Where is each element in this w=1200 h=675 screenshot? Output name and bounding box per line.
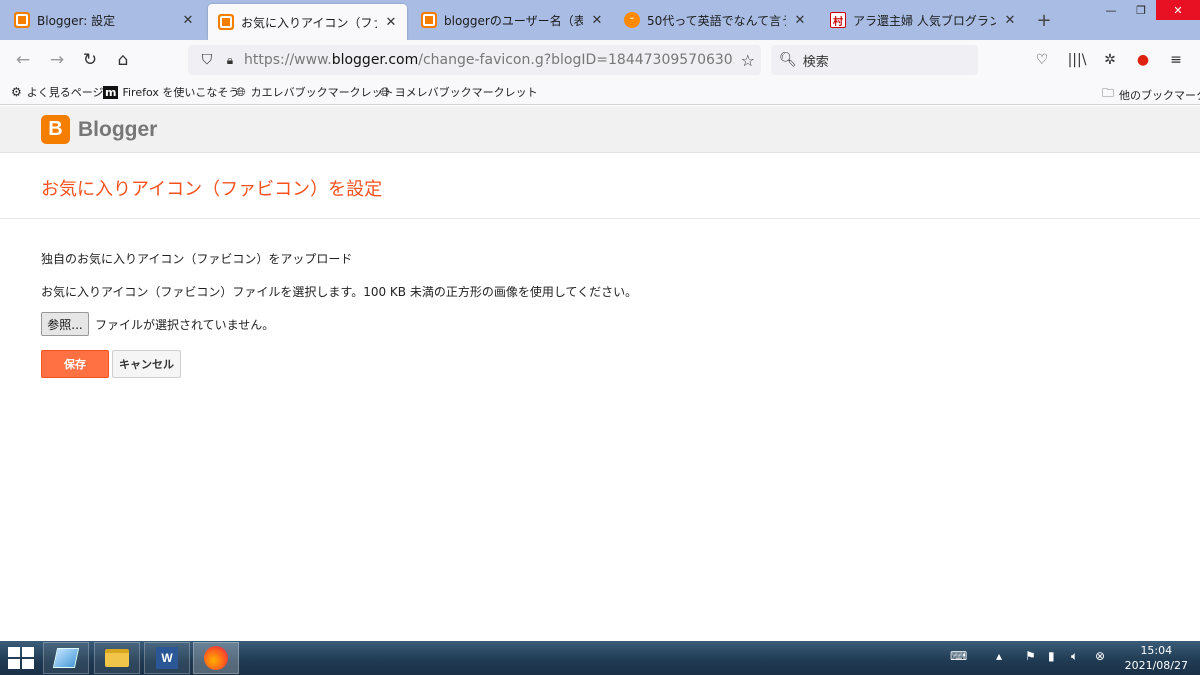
blogger-icon <box>421 12 437 28</box>
tab-english-question[interactable]: ᵕ 50代って英語でなんて言うの？ - ✕ <box>614 4 816 36</box>
taskbar-win7-app[interactable] <box>43 642 89 674</box>
close-tab-icon[interactable]: ✕ <box>589 13 605 28</box>
blogger-header: B Blogger <box>0 106 1200 153</box>
flag-icon[interactable]: ⚑ <box>1025 649 1036 663</box>
show-hidden-icons-icon[interactable]: ▴ <box>996 649 1002 663</box>
extension-icon[interactable]: ✲ <box>1099 50 1121 70</box>
search-icon: 🔍︎ <box>779 52 797 68</box>
tab-favicon-settings[interactable]: お気に入りアイコン（ファビコン）を ✕ <box>208 4 407 40</box>
divider <box>0 218 1200 219</box>
network-disconnected-icon[interactable]: ⊗ <box>1095 649 1105 663</box>
other-bookmarks[interactable]: 🗀 他のブックマーク <box>1102 84 1200 105</box>
bookmark-kaereba[interactable]: 🌐︎ カエレバブックマークレット <box>236 84 394 100</box>
globe-icon: 🌐︎ <box>380 84 390 99</box>
blogger-brand-name[interactable]: Blogger <box>78 118 157 142</box>
window-app-icon <box>52 648 80 668</box>
close-tab-icon[interactable]: ✕ <box>383 15 399 30</box>
tab-title: Blogger: 設定 <box>37 13 116 28</box>
restore-icon[interactable]: ❐ <box>1126 0 1156 20</box>
m-logo-icon: m <box>103 85 119 99</box>
navigation-toolbar: ← → ↻ ⌂ ⛉ 🔒︎ https://www.blogger.com/cha… <box>0 40 1200 80</box>
blogger-icon <box>14 12 30 28</box>
url-text[interactable]: https://www.blogger.com/change-favicon.g… <box>244 52 734 68</box>
blogger-logo-icon[interactable]: B <box>41 115 70 144</box>
bookmark-star-icon[interactable]: ☆ <box>741 51 755 70</box>
folder-icon: 🗀 <box>1102 86 1115 100</box>
tab-title: お気に入りアイコン（ファビコン）を <box>241 15 377 30</box>
keyboard-icon[interactable]: ⌨ <box>950 649 967 663</box>
save-button[interactable]: 保存 <box>41 350 109 378</box>
browse-button[interactable]: 参照... <box>41 312 89 336</box>
windows-start-icon[interactable] <box>6 645 34 671</box>
tab-blog-ranking[interactable]: 村 アラ還主婦 人気ブログランキング（ ✕ <box>820 4 1026 36</box>
tracking-shield-icon[interactable]: ⛉ <box>194 52 220 68</box>
pocket-icon[interactable]: ♡ <box>1031 50 1053 70</box>
file-status-text: ファイルが選択されていません。 <box>95 318 275 332</box>
close-tab-icon[interactable]: ✕ <box>792 13 808 28</box>
cancel-button[interactable]: キャンセル <box>112 350 181 378</box>
search-placeholder: 検索 <box>802 54 829 70</box>
minimize-icon[interactable]: — <box>1096 0 1126 20</box>
trend-micro-icon[interactable]: ● <box>1132 50 1154 70</box>
new-tab-icon[interactable]: + <box>1034 10 1054 31</box>
library-icon[interactable]: |||\ <box>1066 50 1088 70</box>
tab-title: アラ還主婦 人気ブログランキング（ <box>853 13 996 28</box>
folder-icon <box>105 649 129 667</box>
close-tab-icon[interactable]: ✕ <box>180 13 196 28</box>
tab-blogger-settings[interactable]: Blogger: 設定 ✕ <box>4 4 204 36</box>
bookmark-yomereba[interactable]: 🌐︎ ヨメレバブックマークレット <box>380 84 538 100</box>
power-icon[interactable]: ▮ <box>1048 649 1055 663</box>
taskbar-explorer[interactable] <box>94 642 140 674</box>
back-icon[interactable]: ← <box>10 48 36 72</box>
menu-icon[interactable]: ≡ <box>1165 50 1187 70</box>
volume-icon[interactable]: 🔈︎ <box>1071 649 1078 664</box>
tab-blogger-username[interactable]: bloggerのユーザー名（表示名） ✕ <box>411 4 613 36</box>
section-heading: 独自のお気に入りアイコン（ファビコン）をアップロード <box>41 252 353 266</box>
system-clock[interactable]: 15:04 2021/08/27 <box>1125 643 1188 673</box>
bookmarks-toolbar: ⚙ よく見るページ m Firefox を使いこなそう 🌐︎ カエレバブックマー… <box>0 80 1200 105</box>
taskbar-firefox[interactable] <box>193 642 239 674</box>
page-title: お気に入りアイコン（ファビコン）を設定 <box>41 179 383 200</box>
close-window-icon[interactable]: ✕ <box>1156 0 1200 20</box>
taskbar: W ⌨ ▴ ⚑ ▮ 🔈︎ ⊗ 15:04 2021/08/27 <box>0 641 1200 675</box>
gear-icon: ⚙ <box>11 85 22 99</box>
forward-icon[interactable]: → <box>44 48 70 72</box>
bookmark-firefox-tips[interactable]: m Firefox を使いこなそう <box>103 84 239 100</box>
word-icon: W <box>156 647 178 669</box>
taskbar-word[interactable]: W <box>144 642 190 674</box>
blogger-icon <box>218 14 234 30</box>
instructions-text: お気に入りアイコン（ファビコン）ファイルを選択します。100 KB 未満の正方形… <box>41 285 638 299</box>
clock-date: 2021/08/27 <box>1124 659 1188 672</box>
tab-title: bloggerのユーザー名（表示名） <box>444 13 583 28</box>
tab-title: 50代って英語でなんて言うの？ - <box>647 13 786 28</box>
bookmark-most-visited[interactable]: ⚙ よく見るページ <box>11 84 104 100</box>
search-box[interactable]: 🔍︎ 検索 <box>771 45 978 75</box>
ranking-icon: 村 <box>830 12 846 28</box>
address-bar[interactable]: ⛉ 🔒︎ https://www.blogger.com/change-favi… <box>188 45 761 75</box>
lock-icon[interactable]: 🔒︎ <box>220 53 240 68</box>
orange-face-icon: ᵕ <box>624 12 640 28</box>
reload-icon[interactable]: ↻ <box>77 48 103 72</box>
clock-time: 15:04 <box>1140 644 1173 657</box>
tab-strip: Blogger: 設定 ✕ お気に入りアイコン（ファビコン）を ✕ blogge… <box>0 0 1200 40</box>
close-tab-icon[interactable]: ✕ <box>1002 13 1018 28</box>
globe-icon: 🌐︎ <box>236 84 246 99</box>
home-icon[interactable]: ⌂ <box>110 48 136 72</box>
firefox-icon <box>204 646 228 670</box>
